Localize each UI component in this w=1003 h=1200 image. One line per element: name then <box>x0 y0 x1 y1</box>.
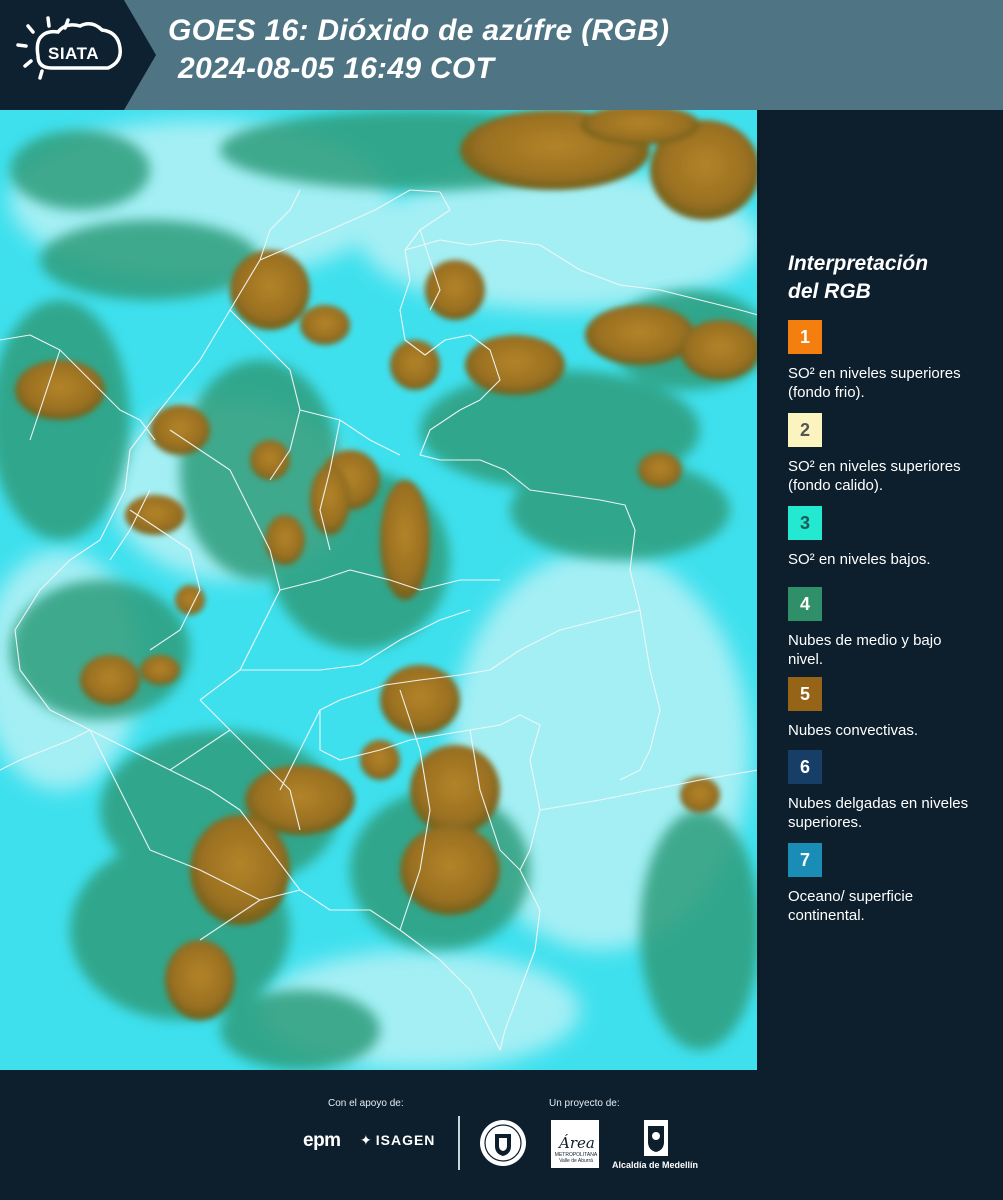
page-timestamp: 2024-08-05 16:49 COT <box>178 52 495 85</box>
isagen-logo-text: ISAGEN <box>375 1132 436 1148</box>
alcaldia-logo-text: Alcaldía de Medellín <box>612 1160 699 1170</box>
area-logo-word: Área <box>559 1134 595 1152</box>
legend-swatch: 7 <box>788 843 822 877</box>
satellite-rgb-image <box>0 110 760 1070</box>
footer-bar: Con el apoyo de: Un proyecto de: epm ✦ IS… <box>0 1070 1003 1200</box>
header-bar: SIATA GOES 16: Dióxido de azúfre (RGB) 2… <box>0 0 1003 110</box>
legend-label: Nubes de medio y bajo nivel. <box>788 632 942 668</box>
legend-label: SO² en niveles superiores (fondo frio). <box>788 365 961 401</box>
legend-item: 5 Nubes convectivas. <box>788 677 988 740</box>
epm-logo[interactable]: epm <box>303 1130 341 1152</box>
siata-logo: SIATA <box>0 0 156 110</box>
legend-label: Nubes convectivas. <box>788 722 919 739</box>
legend-item: 2 SO² en niveles superiores (fondo calido… <box>788 413 988 495</box>
legend-item: 6 Nubes delgadas en niveles superiores. <box>788 750 988 832</box>
support-label: Con el apoyo de: <box>328 1098 404 1109</box>
isagen-star-icon: ✦ <box>360 1132 373 1148</box>
legend-title-line1: Interpretación <box>788 252 929 275</box>
siata-logo-text: SIATA <box>48 44 99 63</box>
legend-swatch: 1 <box>788 320 822 354</box>
project-label: Un proyecto de: <box>549 1098 620 1109</box>
alcaldia-medellin-logo[interactable]: Alcaldía de Medellín <box>612 1118 704 1178</box>
legend-title: Interpretación del RGB <box>788 250 988 306</box>
legend-title-line2: del RGB <box>788 280 871 303</box>
legend-swatch: 2 <box>788 413 822 447</box>
page-title: GOES 16: Dióxido de azúfre (RGB) <box>168 14 670 47</box>
legend-item: 4 Nubes de medio y bajo nivel. <box>788 587 988 669</box>
rgb-legend: Interpretación del RGB <box>788 250 988 322</box>
satellite-map[interactable] <box>0 110 760 1070</box>
footer-divider <box>458 1116 460 1170</box>
alcaldia-shield-icon <box>644 1120 668 1156</box>
legend-swatch: 4 <box>788 587 822 621</box>
legend-item: 7 Oceano/ superficie continental. <box>788 843 988 925</box>
legend-swatch: 6 <box>788 750 822 784</box>
map-legend-divider <box>757 110 760 1070</box>
legend-label: Nubes delgadas en niveles superiores. <box>788 795 969 831</box>
legend-label: SO² en niveles bajos. <box>788 551 931 568</box>
isagen-logo[interactable]: ✦ ISAGEN <box>360 1132 435 1149</box>
legend-label: Oceano/ superficie continental. <box>788 888 914 924</box>
area-logo-subtitle: METROPOLITANA Valle de Aburrá <box>554 1152 598 1164</box>
legend-item: 3 SO² en niveles bajos. <box>788 506 988 569</box>
area-metropolitana-logo[interactable]: Área METROPOLITANA Valle de Aburrá <box>551 1120 599 1168</box>
legend-swatch: 3 <box>788 506 822 540</box>
legend-label: SO² en niveles superiores (fondo calido)… <box>788 458 961 494</box>
legend-item: 1 SO² en niveles superiores (fondo frio). <box>788 320 988 402</box>
legend-swatch: 5 <box>788 677 822 711</box>
medellin-seal-icon[interactable] <box>478 1118 528 1168</box>
